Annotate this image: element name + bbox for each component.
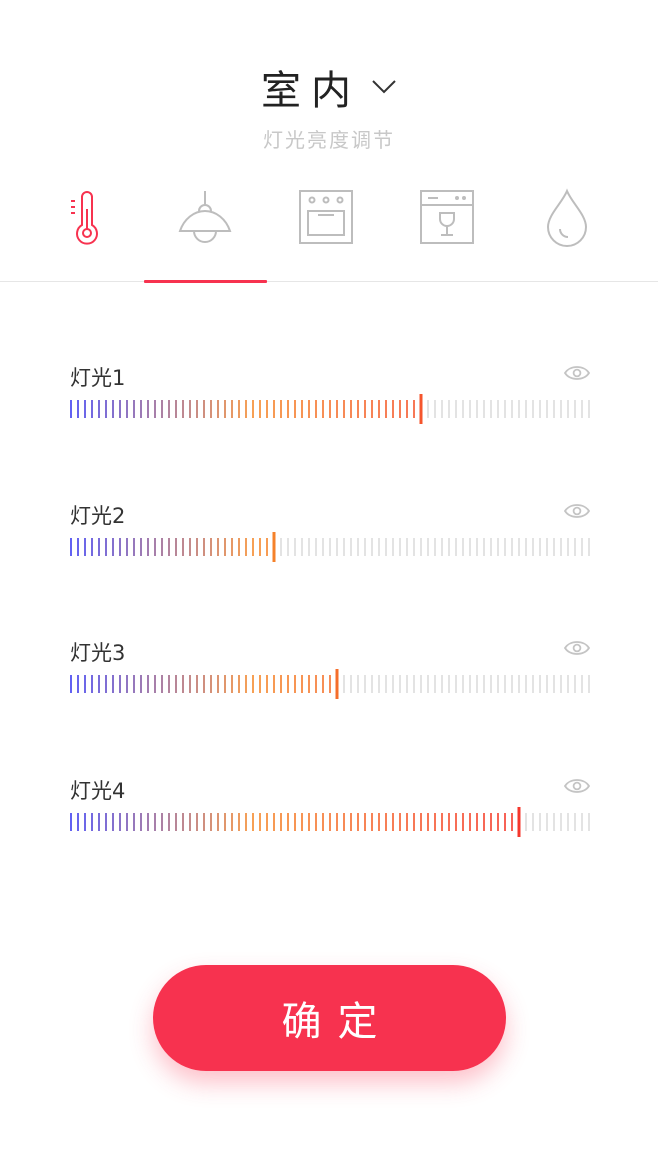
eye-icon[interactable] <box>564 777 590 795</box>
tab-oven[interactable] <box>265 183 387 283</box>
light-slider-4: 灯光4 <box>70 775 590 855</box>
eye-icon[interactable] <box>564 364 590 382</box>
light-slider-2: 灯光2 <box>70 500 590 580</box>
device-tabs <box>0 183 658 283</box>
light-slider-3: 灯光3 <box>70 637 590 717</box>
slider-label: 灯光4 <box>70 779 126 803</box>
brightness-slider[interactable] <box>70 807 590 837</box>
active-tab-indicator <box>144 280 267 283</box>
light-slider-1: 灯光1 <box>70 362 590 442</box>
slider-label: 灯光2 <box>70 504 126 528</box>
thermometer-icon <box>71 191 98 245</box>
page-title: 室内 <box>261 68 361 114</box>
lamp-icon <box>178 191 232 243</box>
brightness-slider[interactable] <box>70 669 590 699</box>
dishwasher-icon <box>420 190 474 244</box>
brightness-slider[interactable] <box>70 532 590 562</box>
oven-icon <box>299 190 353 244</box>
confirm-button[interactable]: 确定 <box>153 965 506 1071</box>
tab-thermometer[interactable] <box>26 183 148 283</box>
tabs-divider <box>0 281 658 282</box>
slider-label: 灯光3 <box>70 641 126 665</box>
eye-icon[interactable] <box>564 502 590 520</box>
tab-lamp[interactable] <box>144 183 266 283</box>
location-selector[interactable]: 室内 <box>261 58 397 116</box>
tab-dishwasher[interactable] <box>386 183 508 283</box>
eye-icon[interactable] <box>564 639 590 657</box>
page-subtitle: 灯光亮度调节 <box>263 128 395 152</box>
header: 室内 灯光亮度调节 <box>0 58 658 153</box>
tab-water[interactable] <box>506 183 628 283</box>
slider-label: 灯光1 <box>70 366 126 390</box>
chevron-down-icon <box>372 80 396 94</box>
brightness-slider[interactable] <box>70 394 590 424</box>
water-drop-icon <box>546 188 588 247</box>
